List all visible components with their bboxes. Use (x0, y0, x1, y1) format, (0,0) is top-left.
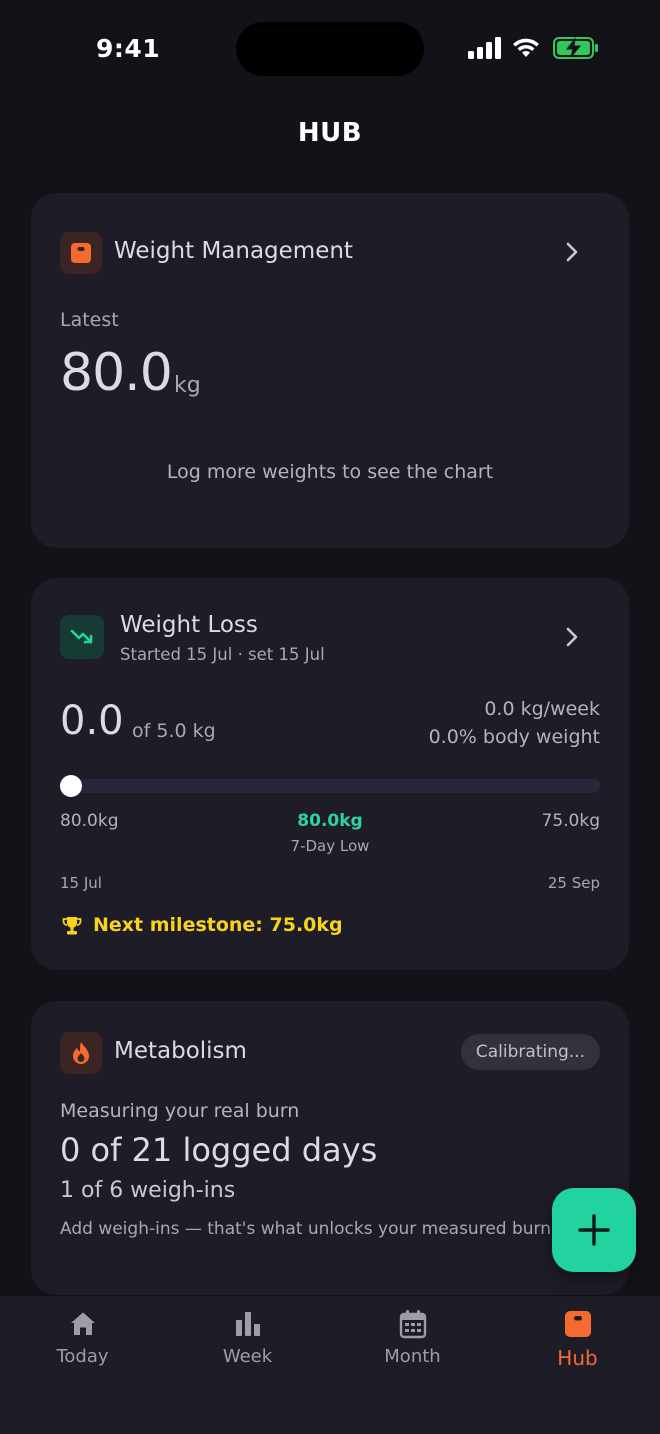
plus-icon (578, 1214, 610, 1246)
trophy-icon (62, 917, 82, 935)
progress-track (60, 779, 600, 793)
wifi-icon (513, 38, 539, 57)
weight-management-icon-tile (60, 232, 102, 274)
bar-chart-icon (235, 1312, 260, 1336)
chevron-right-icon[interactable] (565, 241, 579, 263)
status-bar: 9:41 (0, 0, 660, 100)
weight-management-title: Weight Management (114, 238, 353, 264)
home-icon (70, 1312, 95, 1335)
add-entry-button[interactable] (552, 1188, 636, 1272)
weight-loss-card[interactable]: Weight Loss Started 15 Jul · set 15 Jul … (31, 578, 629, 970)
seven-day-low-label: 7-Day Low (290, 837, 370, 855)
weekly-rate: 0.0 kg/week (484, 698, 600, 720)
metabolism-icon-tile (60, 1032, 102, 1074)
weight-management-card[interactable]: Weight Management Latest 80.0 kg Log mor… (31, 193, 629, 548)
metabolism-hint: Add weigh-ins — that's what unlocks your… (60, 1219, 557, 1239)
end-date-label: 25 Sep (547, 874, 600, 892)
status-time: 9:41 (96, 34, 161, 63)
start-date-label: 15 Jul (60, 874, 102, 892)
target-weight-label: 75.0kg (541, 811, 601, 831)
metabolism-card[interactable]: Metabolism Calibrating... Measuring your… (31, 1001, 629, 1295)
tab-hub[interactable]: Hub (495, 1308, 660, 1388)
weigh-ins-count: 1 of 6 weigh-ins (60, 1178, 236, 1203)
progress-knob (60, 775, 82, 797)
battery-charging-icon (553, 37, 598, 59)
dynamic-island (236, 22, 424, 76)
tab-today[interactable]: Today (0, 1308, 165, 1388)
body-weight-percent: 0.0% body weight (428, 726, 600, 748)
metabolism-caption: Measuring your real burn (60, 1100, 300, 1122)
seven-day-low-value: 80.0kg (297, 811, 363, 831)
calendar-icon (399, 1310, 426, 1339)
metabolism-title: Metabolism (114, 1038, 247, 1064)
cellular-signal-icon (468, 37, 501, 59)
latest-weight-unit: kg (174, 373, 201, 398)
weight-loss-subtitle: Started 15 Jul · set 15 Jul (120, 645, 325, 664)
tab-month[interactable]: Month (330, 1308, 495, 1388)
tab-week[interactable]: Week (165, 1308, 330, 1388)
page-title: HUB (297, 118, 363, 148)
scale-icon (71, 243, 91, 263)
logged-days-count: 0 of 21 logged days (60, 1131, 378, 1169)
latest-weight-value: 80.0 (60, 343, 173, 403)
flame-icon (73, 1042, 89, 1064)
tab-hub-label: Hub (557, 1346, 598, 1370)
tab-month-label: Month (384, 1346, 441, 1367)
chevron-right-icon[interactable] (565, 626, 579, 648)
latest-label: Latest (60, 309, 119, 331)
weight-goal-text: of 5.0 kg (132, 720, 216, 742)
trending-down-icon (70, 629, 93, 644)
weight-loss-title: Weight Loss (120, 612, 258, 638)
weight-lost-value: 0.0 (60, 698, 124, 744)
scale-icon (564, 1311, 591, 1337)
next-milestone: Next milestone: 75.0kg (93, 914, 343, 936)
calibrating-badge: Calibrating... (460, 1034, 600, 1070)
tab-week-label: Week (222, 1346, 273, 1367)
bottom-tab-bar: Today Week Month Hub (0, 1296, 660, 1434)
weight-loss-icon-tile (60, 615, 104, 659)
tab-today-label: Today (56, 1346, 109, 1367)
chart-empty-message: Log more weights to see the chart (166, 461, 494, 483)
